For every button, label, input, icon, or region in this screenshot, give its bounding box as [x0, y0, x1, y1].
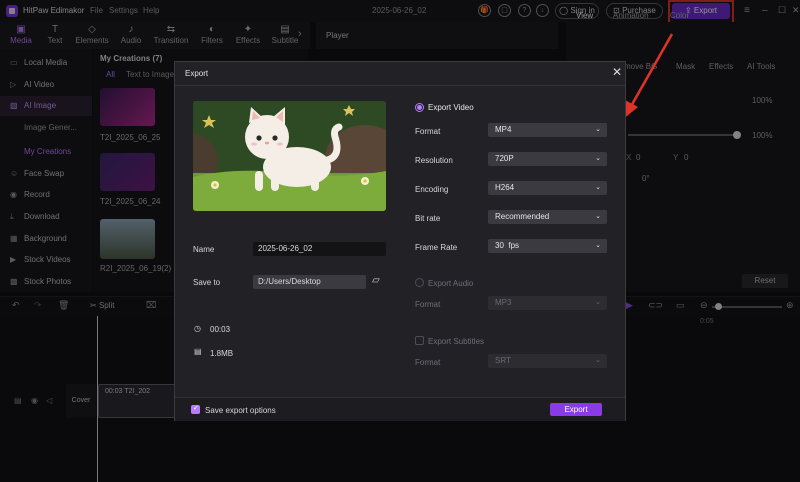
framerate-label: Frame Rate: [415, 243, 458, 252]
folder-icon[interactable]: ▱: [372, 275, 380, 286]
name-input[interactable]: 2025-06-26_02: [253, 242, 386, 256]
save-to-label: Save to: [193, 278, 221, 287]
encoding-select[interactable]: H264 ⌄: [488, 181, 607, 195]
resolution-select[interactable]: 720P ⌄: [488, 152, 607, 166]
chevron-down-icon: ⌄: [595, 155, 601, 162]
audio-format-value: MP3: [495, 298, 512, 307]
audio-format-label: Format: [415, 300, 441, 309]
bitrate-value: Recommended: [495, 212, 550, 221]
format-select[interactable]: MP4 ⌄: [488, 123, 607, 137]
export-subtitles-label: Export Subtitles: [428, 337, 485, 346]
export-dialog: Export ✕ Name 2025-06-26_02 Save to D:/U…: [174, 61, 626, 421]
chevron-down-icon: ⌄: [595, 126, 601, 133]
resolution-label: Resolution: [415, 156, 453, 165]
format-label: Format: [415, 127, 441, 136]
audio-format-select[interactable]: MP3 ⌄: [488, 296, 607, 310]
export-button[interactable]: Export: [550, 403, 602, 416]
subtitles-format-label: Format: [415, 358, 441, 367]
chevron-down-icon: ⌄: [595, 357, 601, 364]
bitrate-select[interactable]: Recommended ⌄: [488, 210, 607, 224]
save-options-checkbox[interactable]: [191, 404, 200, 414]
framerate-select[interactable]: 30 fps ⌄: [488, 239, 607, 253]
subtitles-format-select[interactable]: SRT ⌄: [488, 354, 607, 368]
clock-icon: ◷: [194, 324, 201, 333]
chevron-down-icon: ⌄: [595, 184, 601, 191]
subtitles-format-value: SRT: [495, 356, 511, 365]
format-value: MP4: [495, 125, 512, 134]
file-size-icon: ▤: [194, 347, 202, 356]
framerate-value: 30 fps: [495, 241, 520, 250]
name-label: Name: [193, 245, 215, 254]
resolution-value: 720P: [495, 154, 514, 163]
save-options-label: Save export options: [205, 406, 276, 415]
chevron-down-icon: ⌄: [595, 213, 601, 220]
encoding-label: Encoding: [415, 185, 449, 194]
encoding-value: H264: [495, 183, 515, 192]
export-audio-radio[interactable]: [415, 278, 424, 287]
cat-illustration: [193, 101, 386, 211]
preview-image: [193, 101, 386, 211]
save-path-input[interactable]: D:/Users/Desktop: [253, 275, 366, 289]
close-icon[interactable]: ✕: [612, 65, 622, 79]
dialog-divider: [175, 85, 625, 86]
bitrate-label: Bit rate: [415, 214, 441, 223]
file-size-value: 1.8MB: [210, 349, 234, 358]
export-subtitles-checkbox[interactable]: [415, 336, 424, 345]
export-audio-label: Export Audio: [428, 279, 474, 288]
chevron-down-icon: ⌄: [595, 299, 601, 306]
chevron-down-icon: ⌄: [595, 242, 601, 249]
dialog-title: Export: [185, 69, 209, 78]
export-video-label: Export Video: [428, 103, 474, 112]
export-video-radio[interactable]: [415, 103, 424, 112]
duration-value: 00:03: [210, 325, 231, 334]
